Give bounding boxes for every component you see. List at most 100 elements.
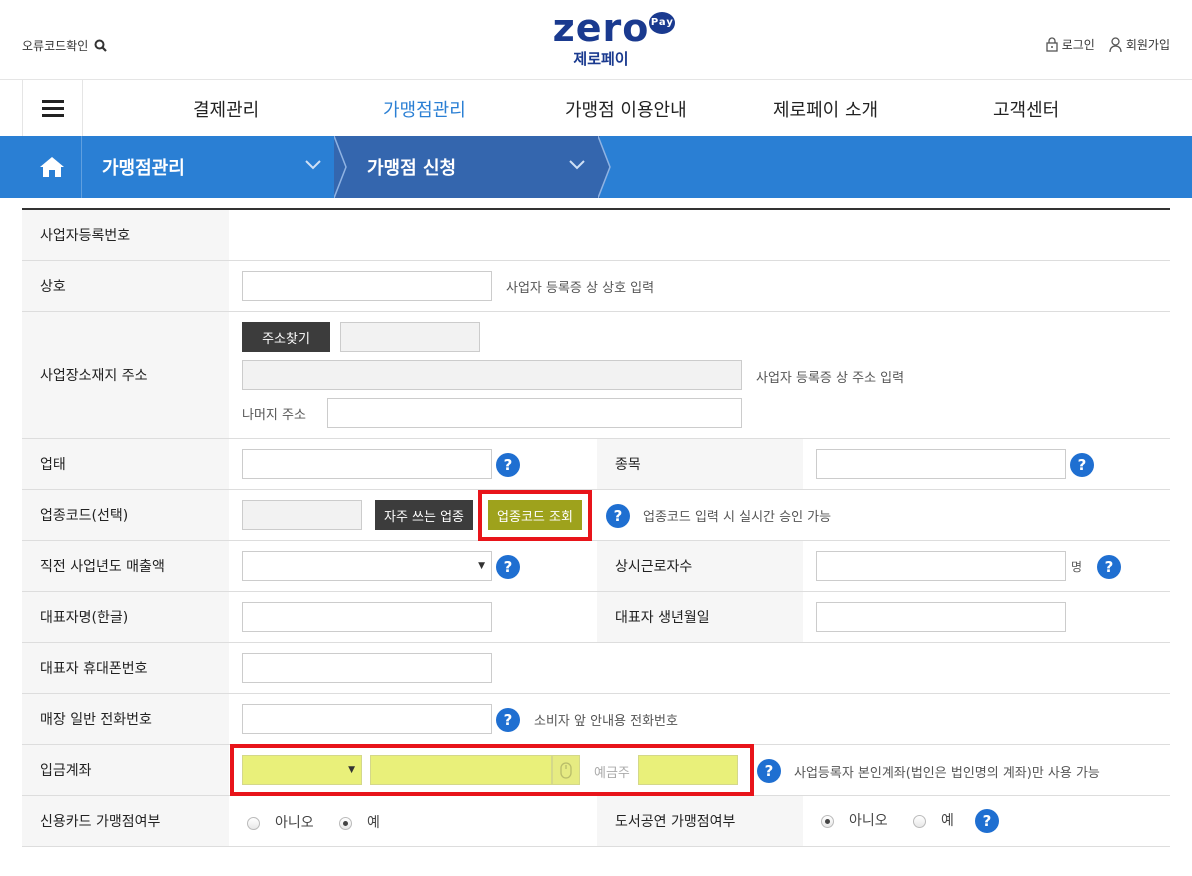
help-icon[interactable]: ? <box>1070 453 1094 477</box>
business-item-input[interactable] <box>816 449 1066 479</box>
user-icon <box>1109 37 1122 52</box>
help-icon[interactable]: ? <box>496 453 520 477</box>
employees-unit: 명 <box>1071 560 1083 574</box>
book-culture-yes-label: 예 <box>941 813 954 829</box>
row-sales: 직전 사업년도 매출액 ▼ ? 상시근로자수 명 ? <box>22 541 1170 592</box>
industry-code-hint: 업종코드 입력 시 실시간 승인 가능 <box>643 510 832 525</box>
frequent-industry-button[interactable]: 자주 쓰는 업종 <box>375 500 473 530</box>
store-phone-label: 매장 일반 전화번호 <box>22 694 229 744</box>
search-icon <box>94 39 108 52</box>
account-hint: 사업등록자 본인계좌(법인은 법인명의 계좌)만 사용 가능 <box>794 766 1100 781</box>
help-icon[interactable]: ? <box>606 504 630 528</box>
chevron-down-icon <box>305 160 321 170</box>
row-biz-reg-no: 사업자등록번호 <box>22 210 1170 261</box>
book-culture-no-label: 아니오 <box>849 813 888 829</box>
industry-code-label: 업종코드(선택) <box>22 490 229 540</box>
chevron-down-icon <box>569 160 585 170</box>
lock-icon <box>1046 37 1058 52</box>
employees-input[interactable] <box>816 551 1066 581</box>
mouse-icon <box>560 761 572 779</box>
store-phone-hint: 소비자 앞 안내용 전화번호 <box>534 714 678 729</box>
signup-label: 회원가입 <box>1125 38 1170 52</box>
account-holder-input[interactable] <box>638 755 738 785</box>
company-input[interactable] <box>242 271 492 301</box>
account-number-input[interactable] <box>370 755 552 785</box>
industry-code-lookup-button[interactable]: 업종코드 조회 <box>488 500 582 530</box>
nav-items: 결제관리 가맹점관리 가맹점 이용안내 제로페이 소개 고객센터 <box>83 80 1192 136</box>
credit-card-yes-label: 예 <box>367 815 380 831</box>
rep-birth-label: 대표자 생년월일 <box>597 592 803 642</box>
row-address: 사업장소재지 주소 주소찾기 사업자 등록증 상 주소 입력 나머지 주소 <box>22 312 1170 439</box>
help-icon[interactable]: ? <box>975 809 999 833</box>
breadcrumb-level2-label: 가맹점 신청 <box>367 158 457 179</box>
sales-label: 직전 사업년도 매출액 <box>22 541 229 591</box>
login-link[interactable]: 로그인 <box>1046 36 1095 53</box>
home-icon <box>39 157 64 177</box>
book-culture-label: 도서공연 가맹점여부 <box>597 796 803 846</box>
business-type-label: 업태 <box>22 439 229 489</box>
row-account: 입금계좌 ▼ 예금주 ? 사업등록자 본인계좌(법인은 법인명의 계좌)만 사용… <box>22 744 1170 796</box>
logo-pay-badge: Pay <box>649 12 676 34</box>
credit-card-no-label: 아니오 <box>275 815 314 831</box>
logo-korean: 제로페이 <box>573 50 629 68</box>
breadcrumb-level1[interactable]: 가맹점관리 <box>82 136 334 198</box>
secure-keypad-button[interactable] <box>552 755 580 785</box>
logo-text: zero <box>552 6 650 50</box>
account-holder-label: 예금주 <box>594 766 630 781</box>
help-icon[interactable]: ? <box>1097 555 1121 579</box>
rep-phone-input[interactable] <box>242 653 492 683</box>
address-input[interactable] <box>242 360 742 390</box>
breadcrumb-arrow-icon <box>598 136 611 198</box>
rep-birth-input[interactable] <box>816 602 1066 632</box>
top-header: 오류코드확인 zero Pay 제로페이 로그인 회원가입 <box>0 0 1192 80</box>
credit-card-yes-radio[interactable] <box>339 817 352 830</box>
nav-item-merchant-guide[interactable]: 가맹점 이용안내 <box>565 96 687 122</box>
employees-label: 상시근로자수 <box>597 541 803 591</box>
main-nav: 결제관리 가맹점관리 가맹점 이용안내 제로페이 소개 고객센터 <box>22 80 1192 136</box>
help-icon[interactable]: ? <box>757 759 781 783</box>
bank-select[interactable]: ▼ <box>242 755 362 785</box>
nav-item-payment[interactable]: 결제관리 <box>193 96 259 122</box>
book-culture-no-radio[interactable] <box>821 815 834 828</box>
error-code-link[interactable]: 오류코드확인 <box>22 37 108 54</box>
breadcrumb-level2[interactable]: 가맹점 신청 <box>334 136 611 198</box>
breadcrumb-divider-icon <box>334 136 347 198</box>
business-type-input[interactable] <box>242 449 492 479</box>
credit-card-label: 신용카드 가맹점여부 <box>22 796 229 846</box>
biz-reg-no-label: 사업자등록번호 <box>22 210 229 260</box>
dropdown-arrow-icon: ▼ <box>478 561 485 571</box>
help-icon[interactable]: ? <box>496 708 520 732</box>
help-icon[interactable]: ? <box>496 555 520 579</box>
nav-item-support[interactable]: 고객센터 <box>993 96 1059 122</box>
address-label: 사업장소재지 주소 <box>22 312 229 438</box>
zipcode-input[interactable] <box>340 322 480 352</box>
sales-select[interactable]: ▼ <box>242 551 492 581</box>
business-item-label: 종목 <box>597 439 803 489</box>
zeropay-logo[interactable]: zero Pay 제로페이 <box>546 6 676 70</box>
company-label: 상호 <box>22 261 229 311</box>
signup-link[interactable]: 회원가입 <box>1109 36 1170 53</box>
breadcrumb-level1-label: 가맹점관리 <box>102 158 185 179</box>
row-business-type: 업태 ? 종목 ? <box>22 439 1170 490</box>
find-address-button[interactable]: 주소찾기 <box>242 322 330 352</box>
nav-item-about[interactable]: 제로페이 소개 <box>773 96 878 122</box>
home-button[interactable] <box>22 136 82 198</box>
row-store-phone: 매장 일반 전화번호 ? 소비자 앞 안내용 전화번호 <box>22 694 1170 745</box>
row-industry-code: 업종코드(선택) 자주 쓰는 업종 업종코드 조회 ? 업종코드 입력 시 실시… <box>22 490 1170 541</box>
rest-address-input[interactable] <box>327 398 742 428</box>
merchant-application-form: 사업자등록번호 상호 사업자 등록증 상 상호 입력 사업장소재지 주소 주소찾… <box>22 208 1170 847</box>
row-credit-card: 신용카드 가맹점여부 아니오 예 도서공연 가맹점여부 아니오 예 ? <box>22 796 1170 847</box>
dropdown-arrow-icon: ▼ <box>348 765 355 775</box>
menu-button[interactable] <box>23 80 83 136</box>
rep-name-input[interactable] <box>242 602 492 632</box>
nav-item-merchant[interactable]: 가맹점관리 <box>383 96 466 122</box>
rep-phone-label: 대표자 휴대폰번호 <box>22 643 229 693</box>
address-hint: 사업자 등록증 상 주소 입력 <box>756 371 905 386</box>
store-phone-input[interactable] <box>242 704 492 734</box>
row-company: 상호 사업자 등록증 상 상호 입력 <box>22 261 1170 312</box>
industry-code-input[interactable] <box>242 500 362 530</box>
error-code-label: 오류코드확인 <box>22 39 89 53</box>
book-culture-yes-radio[interactable] <box>913 815 926 828</box>
credit-card-no-radio[interactable] <box>247 817 260 830</box>
company-hint: 사업자 등록증 상 상호 입력 <box>506 281 655 296</box>
